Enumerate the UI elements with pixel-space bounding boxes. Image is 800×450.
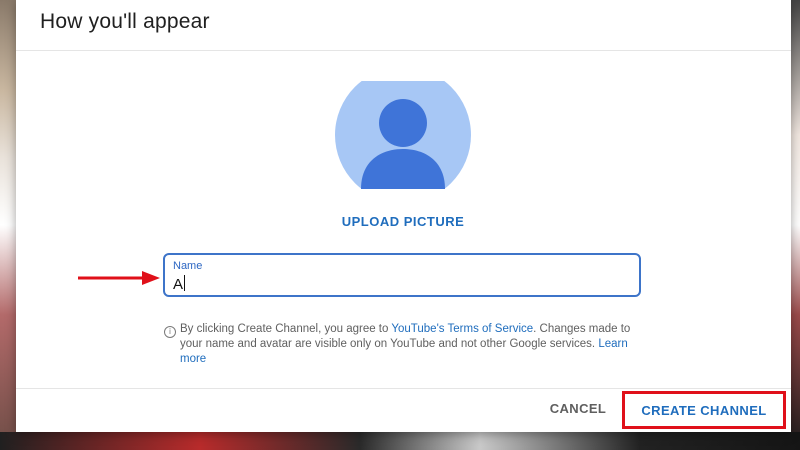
terms-disclaimer: By clicking Create Channel, you agree to… bbox=[180, 322, 640, 367]
create-channel-label: CREATE CHANNEL bbox=[641, 402, 767, 418]
cancel-button[interactable]: CANCEL bbox=[543, 401, 613, 421]
background-thumbnail-bottom bbox=[0, 432, 800, 450]
upload-picture-button[interactable]: UPLOAD PICTURE bbox=[327, 214, 479, 234]
text-caret bbox=[184, 275, 186, 291]
name-input-value: A bbox=[173, 276, 184, 293]
red-arrow-icon bbox=[78, 271, 160, 285]
info-icon: i bbox=[164, 326, 176, 338]
terms-of-service-link[interactable]: YouTube's Terms of Service bbox=[391, 323, 533, 335]
footer-divider bbox=[16, 388, 791, 389]
create-channel-button[interactable]: CREATE CHANNEL bbox=[622, 391, 786, 429]
disclaimer-prefix: By clicking Create Channel, you agree to bbox=[180, 323, 392, 335]
name-field-label: Name bbox=[173, 260, 203, 272]
create-channel-dialog: How you'll appear UPLOAD PICTURE Name A … bbox=[16, 0, 791, 432]
header-divider bbox=[16, 50, 791, 51]
name-field[interactable]: Name A bbox=[163, 253, 641, 297]
background-thumbnail-left bbox=[0, 0, 16, 450]
dialog-title: How you'll appear bbox=[40, 10, 210, 33]
default-avatar-icon bbox=[335, 81, 471, 189]
name-input[interactable]: A bbox=[173, 275, 186, 293]
